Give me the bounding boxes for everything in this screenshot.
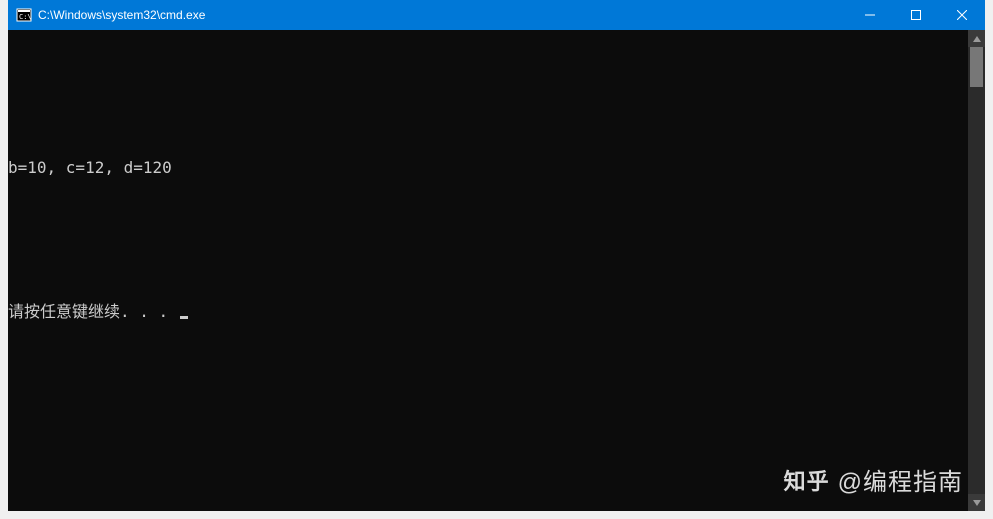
scroll-thumb[interactable] xyxy=(970,47,983,87)
prompt-text: 请按任意键继续. . . xyxy=(8,302,178,321)
minimize-button[interactable] xyxy=(847,0,893,30)
vertical-scrollbar[interactable] xyxy=(968,30,985,511)
cmd-icon: C:\ xyxy=(16,7,32,23)
scroll-up-arrow-icon[interactable] xyxy=(968,30,985,47)
text-cursor xyxy=(180,316,188,319)
terminal-line xyxy=(8,228,968,252)
cmd-window: C:\ C:\Windows\system32\cmd.exe b=10, c=… xyxy=(8,0,985,511)
terminal-line: b=10, c=12, d=120 xyxy=(8,156,968,180)
scroll-down-arrow-icon[interactable] xyxy=(968,494,985,511)
svg-text:C:\: C:\ xyxy=(19,13,32,21)
scroll-track[interactable] xyxy=(968,47,985,494)
close-button[interactable] xyxy=(939,0,985,30)
titlebar[interactable]: C:\ C:\Windows\system32\cmd.exe xyxy=(8,0,985,30)
terminal-line xyxy=(8,84,968,108)
window-title: C:\Windows\system32\cmd.exe xyxy=(38,8,205,22)
maximize-button[interactable] xyxy=(893,0,939,30)
terminal-output[interactable]: b=10, c=12, d=120 请按任意键继续. . . xyxy=(8,30,968,511)
terminal-line: 请按任意键继续. . . xyxy=(8,300,968,324)
client-area: b=10, c=12, d=120 请按任意键继续. . . 知乎 @编程指南 xyxy=(8,30,985,511)
